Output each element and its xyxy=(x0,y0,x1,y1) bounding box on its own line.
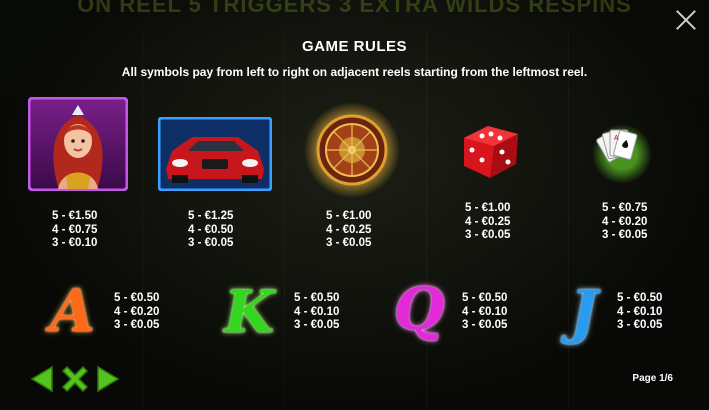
pay-line: 4 - €0.20 xyxy=(114,305,160,318)
pay-line: 4 - €0.20 xyxy=(602,215,648,228)
paytable-roulette: 5 - €1.00 4 - €0.25 3 - €0.05 xyxy=(326,210,371,251)
next-page-arrow-icon[interactable] xyxy=(96,365,120,393)
pay-line: 4 - €0.25 xyxy=(465,215,511,228)
pay-line: 3 - €0.05 xyxy=(188,237,234,249)
pay-line: 5 - €0.75 xyxy=(602,202,648,214)
reel-divider xyxy=(284,30,285,410)
pay-line: 3 - €0.05 xyxy=(326,237,372,249)
pay-line: 4 - €0.50 xyxy=(188,223,234,236)
pay-line: 4 - €0.10 xyxy=(462,305,508,318)
letter-j-icon: J xyxy=(570,278,598,346)
pay-line: 3 - €0.05 xyxy=(465,229,511,241)
woman-icon xyxy=(28,97,128,191)
pay-line: 3 - €0.05 xyxy=(462,319,508,331)
roulette-wheel-icon xyxy=(302,101,402,199)
pay-line: 5 - €0.50 xyxy=(617,292,663,304)
pay-line: 5 - €0.50 xyxy=(114,292,160,304)
svg-text:A: A xyxy=(614,135,619,142)
background-banner: ON REEL 5 TRIGGERS 3 EXTRA WILDS RESPINS xyxy=(77,0,632,17)
rules-description: All symbols pay from left to right on ad… xyxy=(121,65,588,79)
pay-line: 3 - €0.05 xyxy=(114,319,160,331)
pay-line: 3 - €0.05 xyxy=(294,319,340,331)
letter-a-icon: A xyxy=(50,277,96,345)
pay-line: 3 - €0.10 xyxy=(52,237,98,249)
paytable-dice: 5 - €1.00 4 - €0.25 3 - €0.05 xyxy=(465,202,510,243)
previous-page-arrow-icon[interactable] xyxy=(30,365,54,393)
pay-line: 5 - €1.25 xyxy=(188,210,234,222)
paytable-cards: 5 - €0.75 4 - €0.20 3 - €0.05 xyxy=(602,202,647,243)
reel-divider xyxy=(426,30,427,410)
close-x-icon[interactable] xyxy=(60,364,90,394)
pay-line: 5 - €0.50 xyxy=(462,292,508,304)
reel-divider xyxy=(568,30,569,410)
close-icon[interactable] xyxy=(675,9,697,31)
paytable-letter-q: 5 - €0.50 4 - €0.10 3 - €0.05 xyxy=(462,292,507,333)
pay-line: 5 - €0.50 xyxy=(294,292,340,304)
paytable-letter-j: 5 - €0.50 4 - €0.10 3 - €0.05 xyxy=(617,292,662,333)
pay-line: 5 - €1.00 xyxy=(465,202,511,214)
page-indicator: Page 1/6 xyxy=(632,373,673,384)
paytable-letter-a: 5 - €0.50 4 - €0.20 3 - €0.05 xyxy=(114,292,159,333)
red-car-icon xyxy=(158,117,272,191)
paytable-woman: 5 - €1.50 4 - €0.75 3 - €0.10 xyxy=(52,210,97,251)
pay-line: 5 - €1.50 xyxy=(52,210,98,222)
paytable-car: 5 - €1.25 4 - €0.50 3 - €0.05 xyxy=(188,210,233,251)
dice-icon xyxy=(458,120,524,182)
letter-q-icon: Q xyxy=(394,275,445,343)
pay-line: 3 - €0.05 xyxy=(617,319,663,331)
playing-cards-icon: A xyxy=(588,118,652,184)
paytable-letter-k: 5 - €0.50 4 - €0.10 3 - €0.05 xyxy=(294,292,339,333)
letter-k-icon: K xyxy=(224,278,275,346)
pay-line: 4 - €0.75 xyxy=(52,223,98,236)
pay-line: 5 - €1.00 xyxy=(326,210,372,222)
page-title: GAME RULES xyxy=(301,38,407,55)
reel-divider xyxy=(142,30,143,410)
pay-line: 4 - €0.10 xyxy=(294,305,340,318)
pay-line: 4 - €0.10 xyxy=(617,305,663,318)
page-navigation xyxy=(30,364,120,394)
pay-line: 4 - €0.25 xyxy=(326,223,372,236)
pay-line: 3 - €0.05 xyxy=(602,229,648,241)
